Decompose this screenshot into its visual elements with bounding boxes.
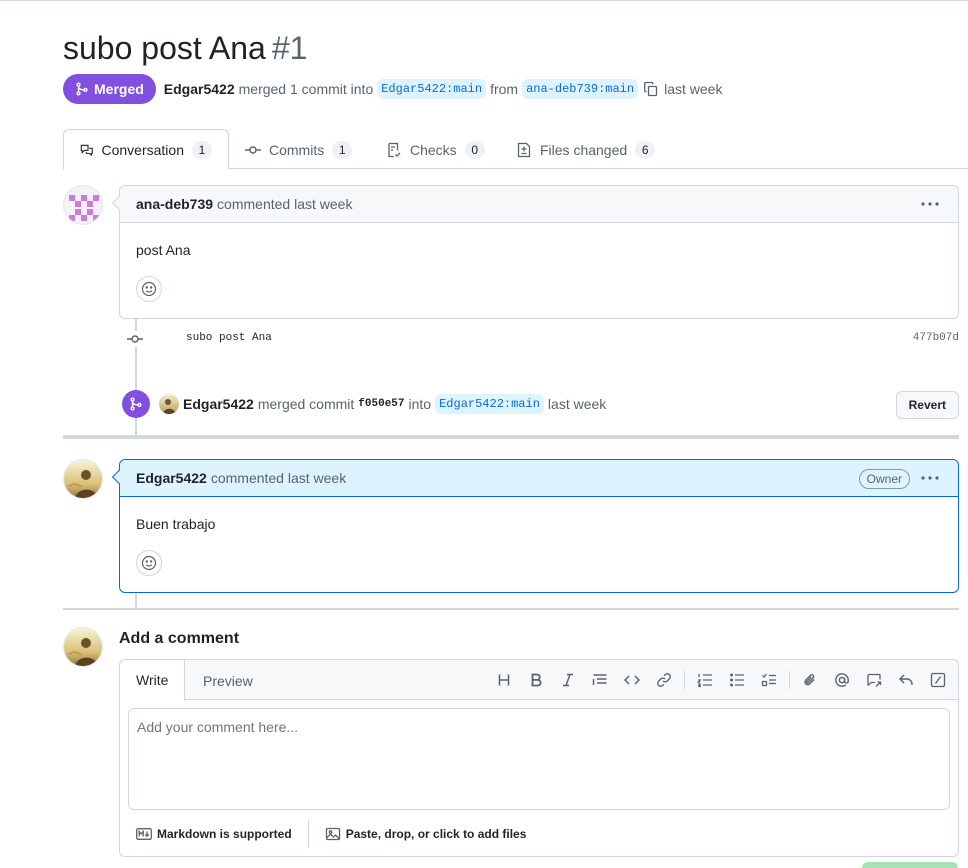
tab-counter: 6 [635,140,656,159]
ordered-list-icon[interactable] [689,668,721,692]
kebab-menu-icon[interactable] [920,194,940,214]
top-border [0,0,968,1]
git-commit-icon [127,331,143,347]
tab-label: Files changed [540,141,628,158]
merge-commit-sha-link[interactable]: f050e57 [358,398,404,410]
git-commit-icon [245,145,261,154]
merge-text: merged commit [257,396,355,412]
markdown-note: Markdown is supported [157,827,292,841]
link-icon[interactable] [648,668,680,692]
comment-author-link[interactable]: ana-deb739 [136,196,213,212]
file-diff-icon [517,142,531,157]
tab-counter: 1 [192,140,212,159]
into-text: into [408,396,432,412]
tab-checks[interactable]: Checks 0 [370,129,501,170]
comment-body: Buen trabajo [136,516,216,532]
commit-sha-link[interactable]: 477b07d [913,332,959,344]
tab-counter: 1 [332,140,353,159]
head-branch-link[interactable]: ana-deb739:main [522,79,639,99]
tab-label: Checks [410,141,457,158]
commit-event: subo post Ana 477b07d [125,328,959,350]
write-tab[interactable]: Write [120,660,186,701]
merge-icon [76,82,88,96]
merge-event: Edgar5422 merged commit f050e57 into Edg… [122,389,959,419]
page-title: subo post Ana #1 [63,30,307,66]
merged-status-label: Merged [94,81,144,97]
markdown-icon [136,828,152,840]
comment-submit-button[interactable] [862,862,958,868]
comment-header: Edgar5422 commented last week Owner [120,460,958,497]
task-list-icon[interactable] [753,668,785,692]
timeline-end-divider [63,608,959,610]
code-icon[interactable] [616,668,648,692]
pr-meta: Merged Edgar5422 merged 1 commit into Ed… [63,74,722,104]
tab-label: Commits [269,141,325,158]
merged-status-badge: Merged [63,74,156,104]
tab-commits[interactable]: Commits 1 [229,129,368,170]
avatar-ana-deb739[interactable] [63,185,103,225]
avatar-edgar5422[interactable] [63,459,103,499]
pr-number: #1 [271,30,308,66]
pr-author-link[interactable]: Edgar5422 [164,81,235,97]
italic-icon[interactable] [552,668,584,692]
add-reaction-smiley-icon[interactable] [136,550,162,576]
avatar-current-user[interactable] [63,627,103,667]
editor-header: Write Preview [120,660,958,701]
copy-icon[interactable] [642,80,660,98]
reply-icon[interactable] [890,668,922,692]
comment-author-link[interactable]: Edgar5422 [136,470,207,486]
timeline-line [135,592,137,608]
kebab-menu-icon[interactable] [920,468,940,488]
merge-branch-link[interactable]: Edgar5422:main [435,394,544,414]
slash-commands-icon[interactable] [922,668,954,692]
attach-paperclip-icon[interactable] [794,668,826,692]
unordered-list-icon[interactable] [721,668,753,692]
mention-icon[interactable] [826,668,858,692]
merge-time: last week [664,81,723,97]
add-comment-heading: Add a comment [119,630,240,647]
attach-note: Paste, drop, or click to add files [345,827,527,841]
pr-title: subo post Ana [63,30,266,66]
comment-editor: Write Preview Markdown is supported [119,659,959,857]
toolbar-divider [684,671,685,689]
comment-timestamp[interactable]: commented last week [217,196,352,212]
merge-icon [122,390,150,418]
cross-reference-icon[interactable] [858,668,890,692]
from-text: from [490,81,519,97]
timeline-divider [63,435,959,439]
markdown-supported-link[interactable]: Markdown is supported [136,827,292,841]
comment-discussion-icon [80,144,93,156]
toolbar-divider [789,671,790,689]
avatar-edgar5422-small[interactable] [159,394,179,414]
merge-summary-text: merged 1 commit into [238,81,374,97]
comment-body: post Ana [136,242,191,258]
tab-label: Conversation [101,141,185,158]
heading-icon[interactable] [488,668,520,692]
preview-tab[interactable]: Preview [187,660,269,701]
pr-tabs: Conversation 1 Commits 1 Checks 0 Files … [63,129,968,170]
footer-divider [307,820,309,848]
comment-timestamp[interactable]: commented last week [211,470,346,486]
tab-files-changed[interactable]: Files changed 6 [500,129,671,170]
base-branch-link[interactable]: Edgar5422:main [377,79,487,99]
tab-counter: 0 [464,140,485,159]
comment-card-owner: Edgar5422 commented last week Owner Buen… [111,459,959,593]
owner-badge: Owner [858,469,910,489]
commit-message-link[interactable]: subo post Ana [186,332,272,344]
markdown-toolbar [488,668,954,692]
bold-icon[interactable] [520,668,552,692]
tab-conversation[interactable]: Conversation 1 [63,129,229,170]
merge-event-time[interactable]: last week [548,396,606,412]
comment-textarea[interactable] [128,708,950,810]
comment-card: ana-deb739 commented last week post Ana [111,185,959,319]
editor-footer: Markdown is supported Paste, drop, or cl… [136,820,527,848]
image-icon [325,827,340,841]
quote-icon[interactable] [584,668,616,692]
revert-button[interactable]: Revert [895,391,959,419]
merge-author-link[interactable]: Edgar5422 [183,396,254,412]
checklist-icon [388,142,401,157]
add-reaction-smiley-icon[interactable] [136,276,162,302]
attach-files-link[interactable]: Paste, drop, or click to add files [325,826,527,842]
comment-header: ana-deb739 commented last week [120,186,958,223]
